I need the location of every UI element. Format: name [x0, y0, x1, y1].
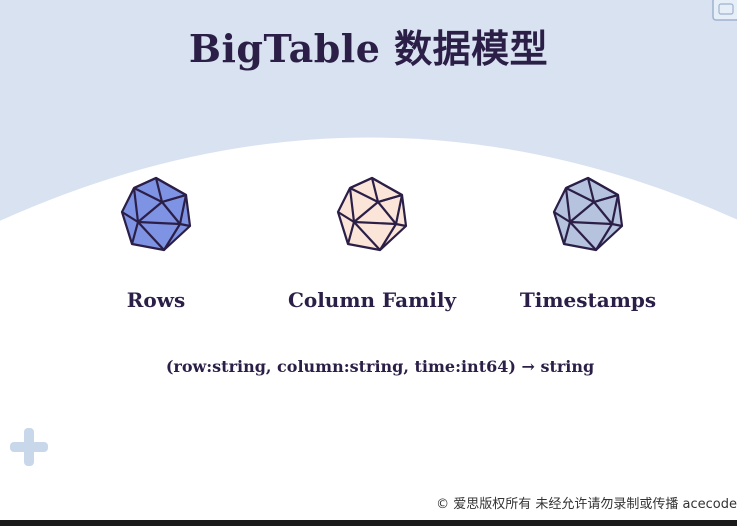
concept-label-rows: Rows: [126, 288, 186, 312]
plus-icon: [10, 428, 48, 466]
concept-label-column-family: Column Family: [287, 288, 457, 312]
data-model-signature: (row:string, column:string, time:int64) …: [165, 357, 595, 376]
background-white-arc: [0, 137, 737, 526]
bottom-bar: [0, 520, 737, 526]
icosahedron-icon: [552, 176, 624, 252]
slide: BigTable 数据模型 Rows Column Family Timesta…: [0, 0, 737, 526]
concept-label-timestamps: Timestamps: [519, 288, 657, 312]
icosahedron-icon: [336, 176, 408, 252]
copyright-footer: © 爱思版权所有 未经允许请勿录制或传播 acecode: [436, 497, 737, 512]
page-title: BigTable 数据模型: [188, 26, 549, 71]
icosahedron-icon: [120, 176, 192, 252]
